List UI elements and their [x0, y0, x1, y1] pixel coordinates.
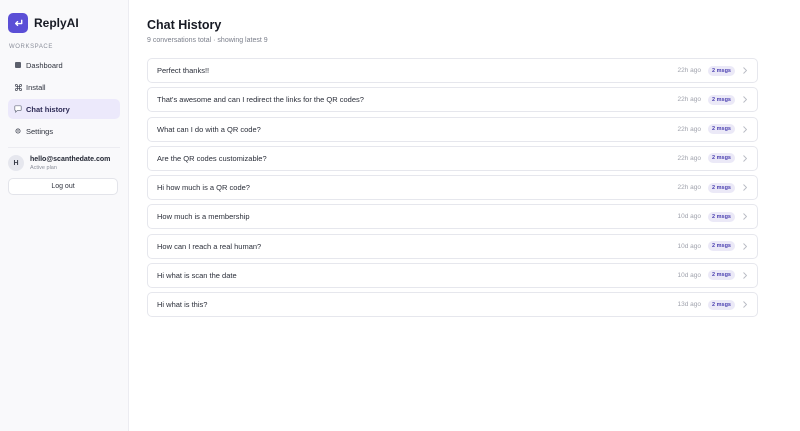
message-count-badge: 2 msgs — [708, 94, 735, 105]
chat-row[interactable]: Hi what is this? 13d ago 2 msgs — [147, 292, 758, 317]
chevron-right-icon — [743, 301, 748, 308]
chat-row[interactable]: Hi how much is a QR code? 22h ago 2 msgs — [147, 175, 758, 200]
message-count-badge: 2 msgs — [708, 241, 735, 251]
chevron-right-icon — [743, 154, 748, 162]
sidebar-item-label: Chat history — [26, 104, 70, 114]
logout-button[interactable]: Log out — [8, 178, 118, 195]
chat-row[interactable]: How much is a membership 10d ago 2 msgs — [147, 204, 758, 230]
chat-time: 10d ago — [677, 242, 702, 250]
chat-time: 13d ago — [677, 301, 702, 308]
chat-time: 22h ago — [677, 67, 702, 74]
grid-icon — [14, 61, 22, 69]
chevron-right-icon — [743, 96, 748, 104]
chevron-right-icon — [743, 125, 748, 133]
chat-title: Perfect thanks!! — [157, 66, 210, 75]
user-plan: Active plan — [30, 164, 57, 171]
message-count-badge: 2 msgs — [708, 182, 735, 193]
sidebar-item-settings[interactable]: Settings — [8, 121, 120, 141]
chat-title: Are the QR codes customizable? — [157, 153, 267, 163]
chat-time: 10d ago — [677, 271, 702, 279]
chat-row[interactable]: Hi what is scan the date 10d ago 2 msgs — [147, 262, 758, 288]
chat-title: How much is a membership — [157, 212, 250, 222]
avatar: H — [8, 155, 24, 171]
chevron-right-icon — [743, 67, 748, 74]
message-count-badge: 2 msgs — [708, 211, 735, 222]
chat-time: 22h ago — [677, 96, 702, 104]
user-card: H hello@scanthedate.com Active plan — [8, 152, 120, 174]
main-content: Chat History 9 conversations total · sho… — [129, 0, 800, 431]
chat-title: Hi how much is a QR code? — [157, 183, 250, 192]
brand-name: ReplyAI — [34, 16, 79, 30]
brand[interactable]: ReplyAI — [8, 12, 120, 34]
sidebar-item-install[interactable]: Install — [8, 77, 120, 97]
chevron-right-icon — [743, 184, 748, 191]
section-label-workspace: WORKSPACE — [9, 44, 53, 50]
chat-title: How can I reach a real human? — [157, 241, 262, 251]
message-count-badge: 2 msgs — [708, 65, 735, 76]
chat-time: 22h ago — [677, 154, 702, 162]
chat-bubble-icon — [14, 105, 22, 113]
chat-row[interactable]: What can I do with a QR code? 22h ago 2 … — [147, 116, 758, 142]
chevron-right-icon — [743, 271, 748, 279]
sidebar-item-label: Dashboard — [26, 60, 63, 70]
gear-icon — [14, 127, 22, 135]
chat-row[interactable]: That's awesome and can I redirect the li… — [147, 87, 758, 113]
command-icon — [14, 83, 22, 91]
message-count-badge: 2 msgs — [708, 124, 735, 134]
chevron-right-icon — [743, 242, 748, 250]
chat-row[interactable]: Perfect thanks!! 22h ago 2 msgs — [147, 58, 758, 83]
chat-time: 10d ago — [677, 213, 702, 221]
sidebar-divider — [8, 147, 120, 148]
chat-title: Hi what is scan the date — [157, 270, 237, 280]
chat-row[interactable]: Are the QR codes customizable? 22h ago 2… — [147, 145, 758, 171]
sidebar-item-label: Settings — [26, 126, 54, 136]
return-arrow-icon — [8, 13, 28, 33]
chat-time: 22h ago — [677, 184, 702, 191]
sidebar: ReplyAI WORKSPACE Dashboard Install Chat… — [0, 0, 129, 431]
chat-list: Perfect thanks!! 22h ago 2 msgs That's a… — [147, 58, 758, 317]
sidebar-item-dashboard[interactable]: Dashboard — [8, 55, 120, 75]
chat-title: What can I do with a QR code? — [157, 124, 261, 134]
message-count-badge: 2 msgs — [708, 299, 735, 310]
page-title: Chat History — [147, 18, 222, 32]
message-count-badge: 2 msgs — [708, 270, 735, 281]
chevron-right-icon — [743, 213, 748, 221]
sidebar-item-label: Install — [26, 82, 46, 92]
chat-title: That's awesome and can I redirect the li… — [157, 95, 364, 105]
message-count-badge: 2 msgs — [708, 153, 735, 164]
chat-title: Hi what is this? — [157, 300, 208, 309]
chat-row[interactable]: How can I reach a real human? 10d ago 2 … — [147, 233, 758, 259]
sidebar-item-chat-history[interactable]: Chat history — [8, 99, 120, 119]
user-email: hello@scanthedate.com — [30, 155, 111, 163]
page-subtitle: 9 conversations total · showing latest 9 — [147, 37, 268, 44]
chat-time: 22h ago — [677, 125, 702, 133]
